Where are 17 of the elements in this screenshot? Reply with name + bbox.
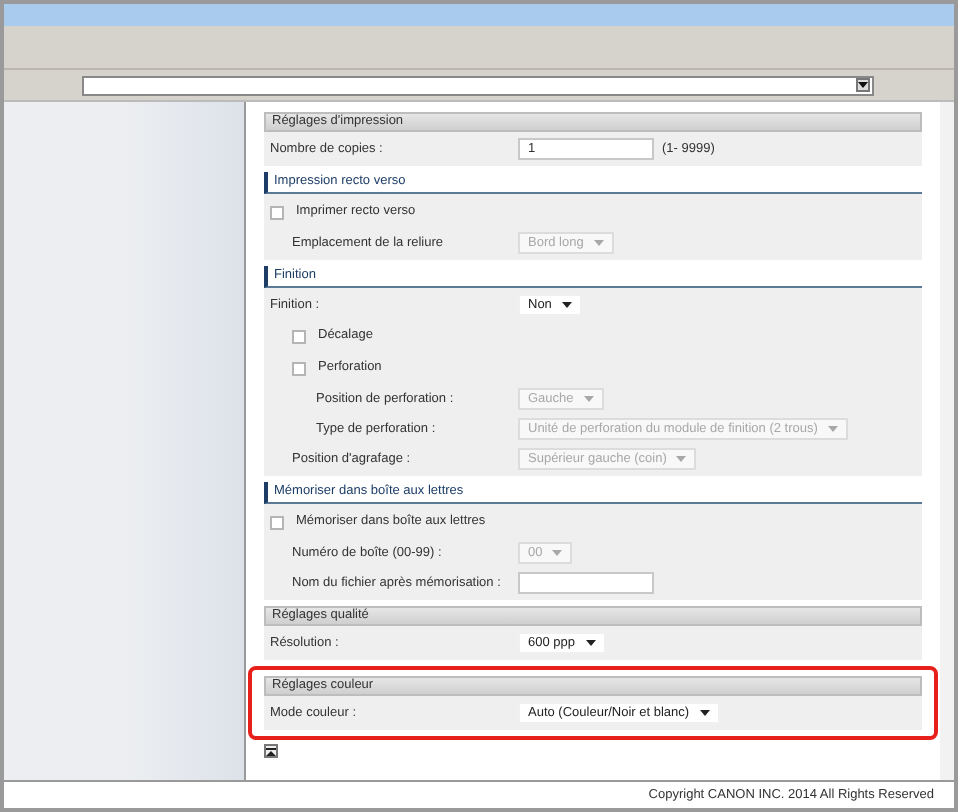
caret-icon — [858, 82, 868, 88]
caret-icon — [593, 240, 604, 246]
caret-icon — [552, 550, 563, 556]
checkbox[interactable] — [292, 361, 306, 375]
checkbox[interactable] — [270, 205, 284, 219]
caret-icon — [676, 456, 687, 462]
scrollbar[interactable] — [940, 102, 954, 780]
text-field[interactable] — [518, 572, 654, 594]
caret-icon — [699, 710, 710, 716]
caret-icon — [561, 302, 572, 308]
scroll-to-top-icon[interactable] — [264, 744, 278, 758]
caret-icon — [583, 396, 594, 402]
address-field[interactable] — [82, 75, 874, 95]
checkbox[interactable] — [292, 329, 306, 343]
caret-icon — [585, 640, 595, 646]
caret-icon — [827, 426, 838, 432]
checkbox[interactable] — [270, 515, 284, 529]
